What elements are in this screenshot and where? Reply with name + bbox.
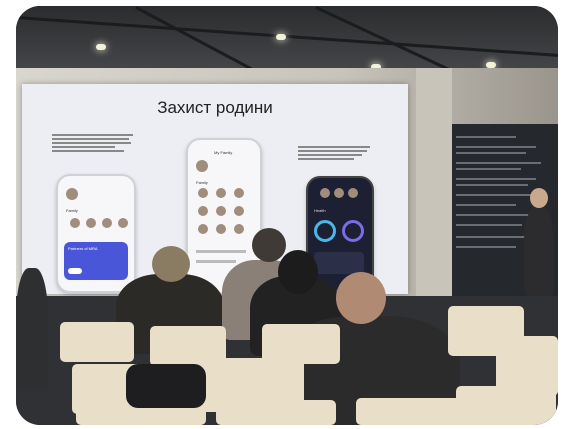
backpack	[126, 364, 206, 408]
schedule-line	[456, 194, 540, 196]
slide-paragraph	[298, 144, 378, 162]
speaker	[524, 206, 554, 296]
avatar	[66, 188, 78, 200]
health-ring	[342, 220, 364, 242]
chair	[456, 386, 556, 425]
avatar	[348, 188, 358, 198]
family-label: Family	[196, 180, 208, 185]
phone-mockup-family: Family Partners of MRA	[56, 174, 136, 293]
avatar	[234, 224, 244, 234]
avatar	[198, 224, 208, 234]
list-line	[196, 260, 236, 263]
schedule-line	[456, 162, 541, 164]
avatar	[234, 206, 244, 216]
avatar	[102, 218, 112, 228]
schedule-line	[456, 146, 536, 148]
avatar	[334, 188, 344, 198]
projection-screen: Захист родини Family Partners of MRA My …	[22, 84, 408, 294]
audience-head	[278, 250, 318, 294]
avatar	[234, 188, 244, 198]
schedule-line	[456, 178, 536, 180]
speaker-head	[530, 188, 548, 208]
chair	[356, 398, 466, 425]
avatar	[198, 188, 208, 198]
schedule-line	[456, 246, 516, 248]
list-line	[196, 250, 246, 253]
schedule-line	[456, 214, 536, 216]
slide-paragraph	[52, 132, 142, 154]
audience-head	[252, 228, 286, 262]
audience-head	[336, 272, 386, 324]
audience-member	[16, 268, 48, 388]
ceiling-light	[276, 34, 286, 40]
audience-head	[152, 246, 190, 282]
schedule-line	[456, 184, 528, 186]
health-card	[314, 252, 364, 274]
avatar	[198, 206, 208, 216]
avatar	[118, 218, 128, 228]
avatar	[216, 224, 226, 234]
avatar	[216, 206, 226, 216]
my-family-label: My Family	[214, 150, 233, 155]
ceiling-light	[96, 44, 106, 50]
avatar	[70, 218, 80, 228]
avatar	[320, 188, 330, 198]
chair	[60, 322, 134, 362]
avatar	[216, 188, 226, 198]
schedule-line	[456, 224, 522, 226]
avatar	[196, 160, 208, 172]
photo-frame: Захист родини Family Partners of MRA My …	[16, 6, 558, 425]
family-label: Family	[66, 208, 78, 213]
avatar	[86, 218, 96, 228]
health-label: Health	[314, 208, 326, 213]
chair	[216, 400, 336, 425]
schedule-line	[456, 152, 526, 154]
slide-title: Захист родини	[157, 98, 273, 117]
schedule-line	[456, 204, 516, 206]
health-ring	[314, 220, 336, 242]
pillar	[416, 68, 452, 308]
schedule-line	[456, 136, 516, 138]
partners-label: Partners of MRA	[68, 246, 98, 251]
card-button	[68, 268, 82, 274]
schedule-line	[456, 168, 521, 170]
partners-card: Partners of MRA	[64, 242, 128, 280]
